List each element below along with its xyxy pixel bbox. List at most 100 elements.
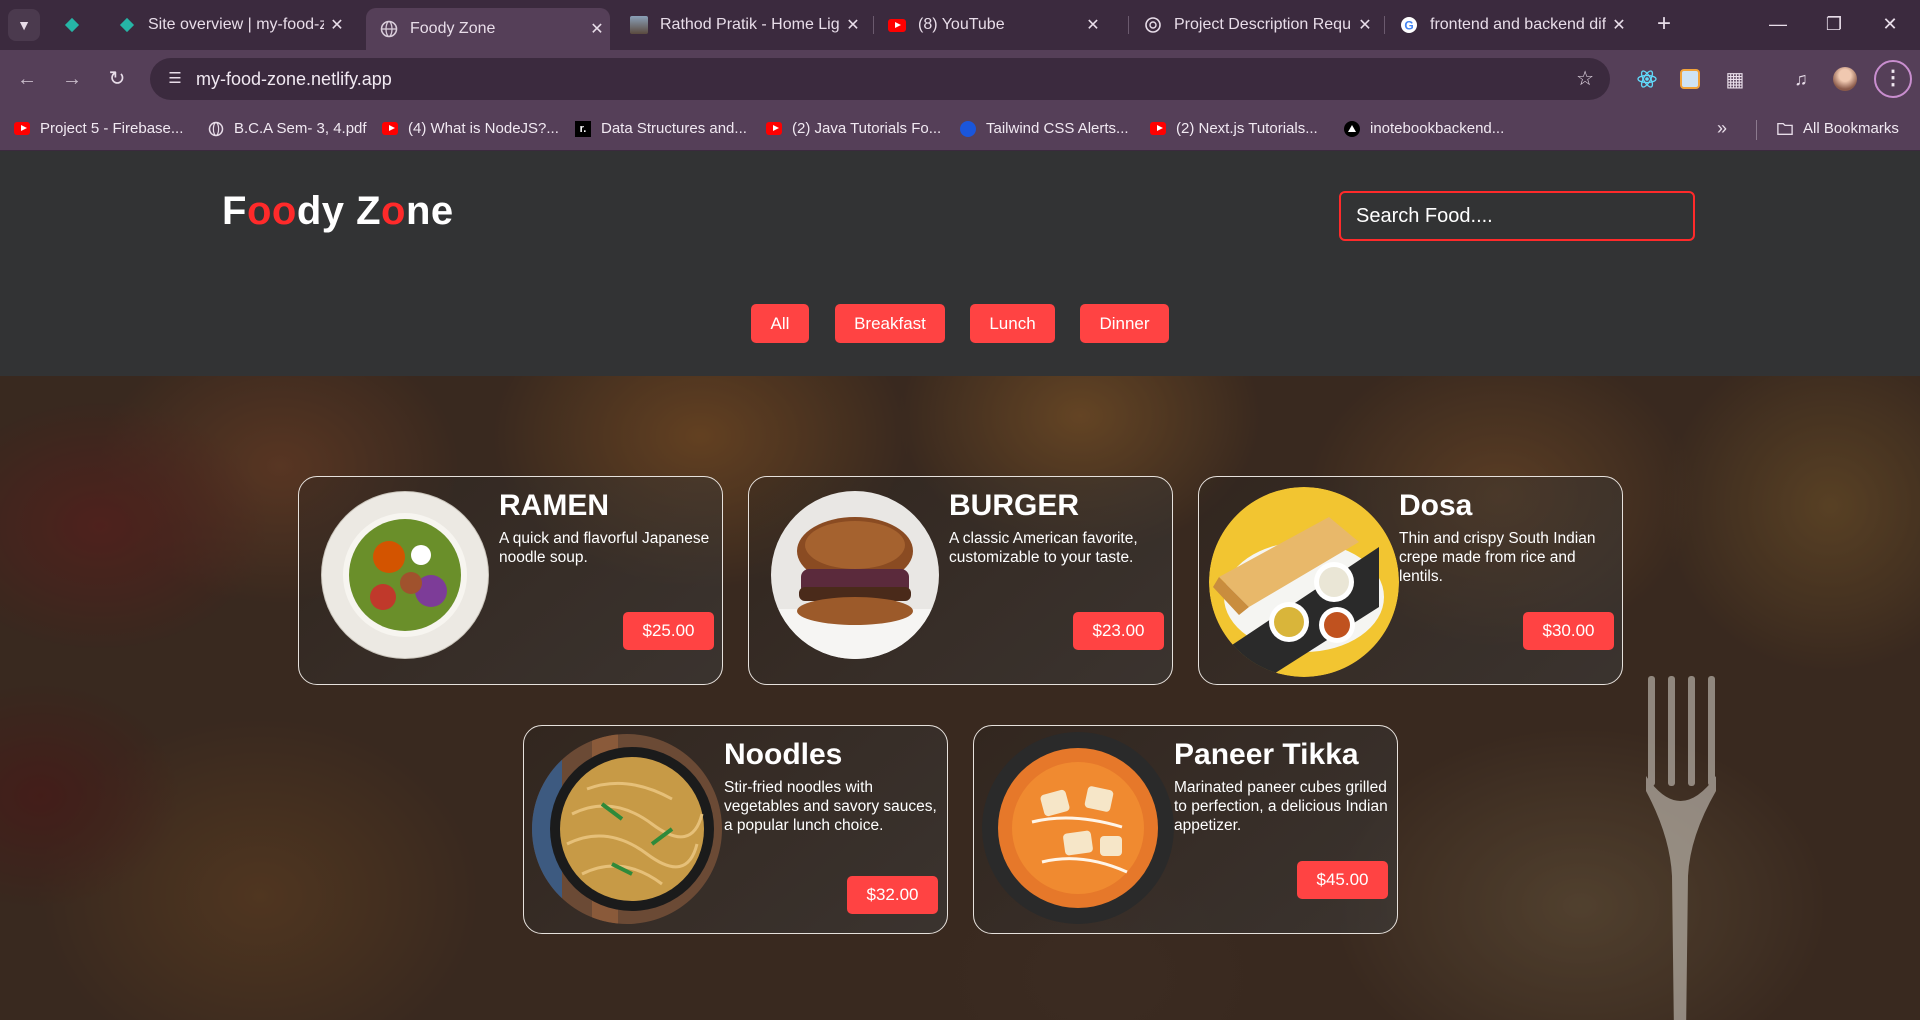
back-button[interactable]: ← <box>12 64 42 94</box>
tab-project-description[interactable]: Project Description Requ ✕ <box>1130 8 1378 42</box>
price-button[interactable]: $23.00 <box>1073 612 1164 650</box>
food-card-noodles[interactable]: Noodles Stir-fried noodles with vegetabl… <box>523 725 948 934</box>
filter-bar: All Breakfast Lunch Dinner <box>0 304 1920 344</box>
site-settings-icon[interactable]: ☰ <box>164 68 186 90</box>
bookmark-label: Tailwind CSS Alerts... <box>986 120 1129 137</box>
bookmark-item[interactable]: Tailwind CSS Alerts... <box>960 120 1129 137</box>
close-icon[interactable]: ✕ <box>584 19 610 39</box>
close-icon[interactable]: ✕ <box>324 15 350 35</box>
food-card-ramen[interactable]: RAMEN A quick and flavorful Japanese noo… <box>298 476 723 685</box>
bookmark-star-icon[interactable]: ☆ <box>1576 66 1594 91</box>
food-name: RAMEN <box>499 489 609 522</box>
logo-text-accent: o <box>381 189 406 233</box>
food-name: Noodles <box>724 738 843 771</box>
minimize-button[interactable]: — <box>1758 10 1798 38</box>
bookmark-item[interactable]: (2) Java Tutorials Fo... <box>766 120 941 137</box>
pinned-tab[interactable] <box>60 13 84 37</box>
tab-search-button[interactable]: ▼ <box>8 9 40 41</box>
food-card-dosa[interactable]: Dosa Thin and crispy South Indian crepe … <box>1198 476 1623 685</box>
filter-lunch-button[interactable]: Lunch <box>970 304 1055 343</box>
paneer-tikka-bowl-image <box>982 732 1174 924</box>
filter-breakfast-button[interactable]: Breakfast <box>835 304 945 343</box>
close-icon[interactable]: ✕ <box>1606 15 1632 35</box>
youtube-icon <box>888 18 906 32</box>
browser-toolbar: ← → ↻ ☰ my-food-zone.netlify.app ☆ ▦ ♫ ⋮ <box>0 50 1920 108</box>
svg-text:G: G <box>1404 19 1413 33</box>
filter-all-button[interactable]: All <box>751 304 809 343</box>
browser-menu-button[interactable]: ⋮ <box>1874 60 1912 98</box>
media-controls-icon[interactable]: ♫ <box>1788 66 1814 92</box>
tab-google-search[interactable]: G frontend and backend dif ✕ <box>1386 8 1632 42</box>
logo-text-accent: oo <box>246 189 297 233</box>
food-card-paneer-tikka[interactable]: Paneer Tikka Marinated paneer cubes gril… <box>973 725 1398 934</box>
profile-photo-icon <box>630 16 648 34</box>
restore-button[interactable]: ❐ <box>1814 10 1854 38</box>
new-tab-button[interactable]: + <box>1650 10 1678 38</box>
tab-rathod-pratik[interactable]: Rathod Pratik - Home Lig ✕ <box>616 8 866 42</box>
price-button[interactable]: $32.00 <box>847 876 938 914</box>
arrow-right-icon: → <box>62 68 82 90</box>
fork-decoration <box>1646 676 1716 1020</box>
logo-text: F <box>222 189 247 233</box>
tab-foody-zone[interactable]: Foody Zone ✕ <box>366 8 610 50</box>
youtube-icon <box>766 122 782 135</box>
forward-button[interactable]: → <box>57 64 87 94</box>
address-bar[interactable]: ☰ my-food-zone.netlify.app ☆ <box>150 58 1610 100</box>
ramen-bowl-image <box>321 491 489 659</box>
more-bookmarks-icon[interactable]: » <box>1717 118 1727 139</box>
folder-icon <box>1777 121 1793 137</box>
bookmark-item[interactable]: B.C.A Sem- 3, 4.pdf <box>208 120 367 137</box>
bookmark-item[interactable]: inotebookbackend... <box>1344 120 1504 137</box>
close-icon[interactable]: ✕ <box>1080 15 1106 35</box>
burger-image <box>771 491 939 659</box>
close-icon[interactable]: ✕ <box>1352 15 1378 35</box>
bookmarks-bar: Project 5 - Firebase... B.C.A Sem- 3, 4.… <box>0 108 1920 151</box>
bookmark-label: B.C.A Sem- 3, 4.pdf <box>234 120 367 137</box>
tab-title: frontend and backend dif <box>1430 16 1606 33</box>
tab-separator <box>1128 16 1129 34</box>
food-description: Thin and crispy South Indian crepe made … <box>1399 530 1596 585</box>
extensions-puzzle-icon[interactable]: ▦ <box>1722 66 1748 92</box>
price-button[interactable]: $25.00 <box>623 612 714 650</box>
site-logo[interactable]: Foody Zone <box>222 189 454 234</box>
tab-separator <box>1384 16 1385 34</box>
tab-youtube[interactable]: (8) YouTube ✕ <box>874 8 1106 42</box>
extension-icon[interactable] <box>1677 66 1703 92</box>
tab-title: Site overview | my-food-z <box>148 16 324 33</box>
tab-title: (8) YouTube <box>918 16 1005 33</box>
url-text: my-food-zone.netlify.app <box>196 69 392 89</box>
food-name: BURGER <box>949 489 1080 522</box>
arrow-left-icon: ← <box>17 68 37 90</box>
react-devtools-icon[interactable] <box>1634 66 1660 92</box>
close-icon[interactable]: ✕ <box>840 15 866 35</box>
more-vertical-icon: ⋮ <box>1883 67 1903 89</box>
vercel-icon <box>1344 120 1360 137</box>
close-window-button[interactable]: ✕ <box>1870 10 1910 38</box>
globe-icon <box>208 121 224 136</box>
globe-icon <box>380 20 398 38</box>
dosa-image <box>1209 487 1399 677</box>
price-button[interactable]: $30.00 <box>1523 612 1614 650</box>
netlify-icon <box>64 17 80 33</box>
bookmark-item[interactable]: (4) What is NodeJS?... <box>382 120 559 137</box>
search-food-input[interactable] <box>1339 191 1695 241</box>
all-bookmarks-button[interactable]: All Bookmarks <box>1777 120 1899 137</box>
filter-dinner-button[interactable]: Dinner <box>1080 304 1169 343</box>
food-background-section: RAMEN A quick and flavorful Japanese noo… <box>0 376 1920 1020</box>
chatgpt-icon <box>1145 17 1161 33</box>
food-description: A classic American favorite, customizabl… <box>949 530 1138 566</box>
reload-icon: ↻ <box>108 68 126 90</box>
price-button[interactable]: $45.00 <box>1297 861 1388 899</box>
bookmark-label: Data Structures and... <box>601 120 747 137</box>
youtube-icon <box>14 122 30 135</box>
food-card-burger[interactable]: BURGER A classic American favorite, cust… <box>748 476 1173 685</box>
youtube-icon <box>1150 122 1166 135</box>
avatar[interactable] <box>1832 66 1858 92</box>
tab-title: Rathod Pratik - Home Lig <box>660 16 840 33</box>
logo-text: dy Z <box>296 189 382 233</box>
bookmark-item[interactable]: r. Data Structures and... <box>575 120 747 137</box>
tab-site-overview[interactable]: Site overview | my-food-z ✕ <box>104 8 350 42</box>
bookmark-item[interactable]: (2) Next.js Tutorials... <box>1150 120 1318 137</box>
bookmark-item[interactable]: Project 5 - Firebase... <box>14 120 183 137</box>
reload-button[interactable]: ↻ <box>102 64 132 94</box>
